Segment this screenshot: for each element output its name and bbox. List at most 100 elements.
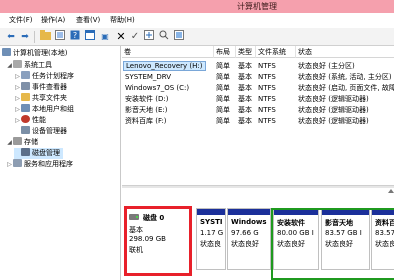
expand-icon[interactable]: ▷ <box>14 93 21 104</box>
help-icon[interactable]: ? <box>68 30 82 44</box>
tree-item-label: 任务计划程序 <box>32 72 74 80</box>
tree-item-label: 服务和应用程序 <box>24 160 73 168</box>
volume-row[interactable]: Windows7_OS (C:) 简单 基本 NTFS 状态良好 (启动, 页面… <box>122 83 394 93</box>
column-volume[interactable]: 卷 <box>122 46 214 58</box>
volume-name-cell: Lenovo_Recovery (H:) <box>123 61 214 71</box>
device-manager-icon <box>21 126 30 134</box>
volume-row[interactable]: SYSTEM_DRV 简单 基本 NTFS 状态良好 (系统, 活动, 主分区) <box>122 72 394 82</box>
tools-icon <box>13 60 22 68</box>
tree-item-performance[interactable]: ▷ 性能 <box>14 115 46 126</box>
tree-item-label: 性能 <box>32 116 46 124</box>
tree-root-label: 计算机管理(本地) <box>13 49 68 57</box>
panel-alt-icon[interactable]: ▣ <box>98 30 112 44</box>
volume-name: 安装软件 (D:) <box>125 95 169 103</box>
menu-view[interactable]: 查看(V) <box>76 13 100 28</box>
volume-name: 资料百库 (F:) <box>125 117 167 125</box>
partition-status: 状态良好 <box>231 240 259 248</box>
scroll-up-arrow[interactable] <box>388 188 394 198</box>
volume-status: 状态良好 (启动, 页面文件, 故障转储) <box>298 84 394 92</box>
tree-item-label: 本地用户和组 <box>32 105 74 113</box>
tree-item-system-tools[interactable]: ◢ 系统工具 <box>6 60 52 71</box>
tree-item-label: 事件查看器 <box>32 83 67 91</box>
volume-status: 状态良好 (逻辑驱动器) <box>298 95 369 103</box>
services-icon <box>13 159 22 167</box>
volume-type: 基本 <box>238 84 252 92</box>
expand-icon[interactable]: ▷ <box>14 115 21 126</box>
properties-icon[interactable] <box>53 30 67 44</box>
column-layout[interactable]: 布局 <box>214 46 236 58</box>
panel-icon[interactable] <box>83 30 97 44</box>
volume-row[interactable]: 安装软件 (D:) 简单 基本 NTFS 状态良好 (逻辑驱动器) <box>122 94 394 104</box>
volume-layout: 简单 <box>216 84 230 92</box>
menu-action[interactable]: 操作(A) <box>41 13 65 28</box>
tree-item-storage[interactable]: ◢ 存储 <box>6 137 38 148</box>
partition-bar <box>228 209 270 215</box>
tree-item-label: 磁盘管理 <box>32 149 60 157</box>
expand-icon[interactable]: ▷ <box>14 104 21 115</box>
tree-item-label: 共享文件夹 <box>32 94 67 102</box>
volume-status: 状态良好 (系统, 活动, 主分区) <box>298 73 392 81</box>
search-icon[interactable] <box>157 30 171 44</box>
tree-item-local-users[interactable]: ▷ 本地用户和组 <box>14 104 74 115</box>
event-log-icon <box>21 82 30 90</box>
volume-filesystem: NTFS <box>258 73 276 81</box>
volume-type: 基本 <box>238 95 252 103</box>
clock-icon <box>21 71 30 79</box>
volume-name: Windows7_OS (C:) <box>125 84 190 92</box>
toolbar-separator <box>34 31 35 43</box>
shared-folder-icon <box>21 93 30 101</box>
volume-list-header: 卷 布局 类型 文件系统 状态 <box>122 46 394 58</box>
column-status[interactable]: 状态 <box>296 46 394 58</box>
tree-item-event-viewer[interactable]: ▷ 事件查看器 <box>14 82 67 93</box>
tree-root[interactable]: 计算机管理(本地) <box>2 48 67 59</box>
menu-help[interactable]: 帮助(H) <box>110 13 135 28</box>
volume-filesystem: NTFS <box>258 62 276 70</box>
volume-filesystem: NTFS <box>258 95 276 103</box>
expand-icon[interactable]: ▷ <box>14 71 21 82</box>
volume-filesystem: NTFS <box>258 117 276 125</box>
collapse-icon[interactable]: ◢ <box>6 137 13 148</box>
tree-item-services-apps[interactable]: ▷ 服务和应用程序 <box>6 159 73 170</box>
tree-item-task-scheduler[interactable]: ▷ 任务计划程序 <box>14 71 74 82</box>
volume-name: 影音天地 (E:) <box>125 106 168 114</box>
volume-type: 基本 <box>238 117 252 125</box>
performance-icon <box>21 115 30 123</box>
column-filesystem[interactable]: 文件系统 <box>256 46 296 58</box>
forward-arrow-icon[interactable]: ➡ <box>18 30 32 44</box>
volume-row[interactable]: 资料百库 (F:) 简单 基本 NTFS 状态良好 (逻辑驱动器) <box>122 116 394 126</box>
volume-layout: 简单 <box>216 73 230 81</box>
volume-filesystem: NTFS <box>258 106 276 114</box>
partition-status: 状态良 <box>200 240 221 248</box>
menu-file[interactable]: 文件(F) <box>9 13 33 28</box>
volume-status: 状态良好 (逻辑驱动器) <box>298 106 369 114</box>
partition-size: 1.17 G <box>200 229 224 237</box>
back-arrow-icon[interactable]: ⬅ <box>4 30 18 44</box>
expand-icon[interactable]: ▷ <box>14 82 21 93</box>
column-type[interactable]: 类型 <box>236 46 256 58</box>
view-icon[interactable] <box>172 30 186 44</box>
tree-item-shared-folders[interactable]: ▷ 共享文件夹 <box>14 93 67 104</box>
expand-icon[interactable]: ▷ <box>6 159 13 170</box>
volume-row[interactable]: Lenovo_Recovery (H:) 简单 基本 NTFS 状态良好 (主分… <box>122 61 394 71</box>
partition-block[interactable]: SYSTI 1.17 G 状态良 <box>196 208 226 270</box>
highlight-red-frame <box>124 206 192 276</box>
delete-icon[interactable]: ✕ <box>114 30 128 44</box>
new-icon[interactable] <box>142 30 156 44</box>
toolbar: ⬅ ➡ ? ▣ ✕ ✓ <box>0 28 394 46</box>
volume-list: 卷 布局 类型 文件系统 状态 Lenovo_Recovery (H:) 简单 … <box>122 46 394 185</box>
volume-row[interactable]: 影音天地 (E:) 简单 基本 NTFS 状态良好 (逻辑驱动器) <box>122 105 394 115</box>
checkmark-icon[interactable]: ✓ <box>128 30 142 44</box>
collapse-icon[interactable]: ◢ <box>6 60 13 71</box>
volume-type: 基本 <box>238 106 252 114</box>
window-title: 计算机管理 <box>237 2 277 11</box>
volume-filesystem: NTFS <box>258 84 276 92</box>
folder-up-icon[interactable] <box>38 30 52 44</box>
tree-item-disk-management[interactable]: 磁盘管理 <box>14 148 63 159</box>
volume-layout: 简单 <box>216 62 230 70</box>
volume-type: 基本 <box>238 62 252 70</box>
tree-item-device-manager[interactable]: 设备管理器 <box>14 126 67 137</box>
partition-bar <box>197 209 225 215</box>
partition-size: 97.66 G <box>231 229 259 237</box>
volume-layout: 简单 <box>216 117 230 125</box>
partition-block[interactable]: Windows 97.66 G 状态良好 <box>227 208 271 270</box>
